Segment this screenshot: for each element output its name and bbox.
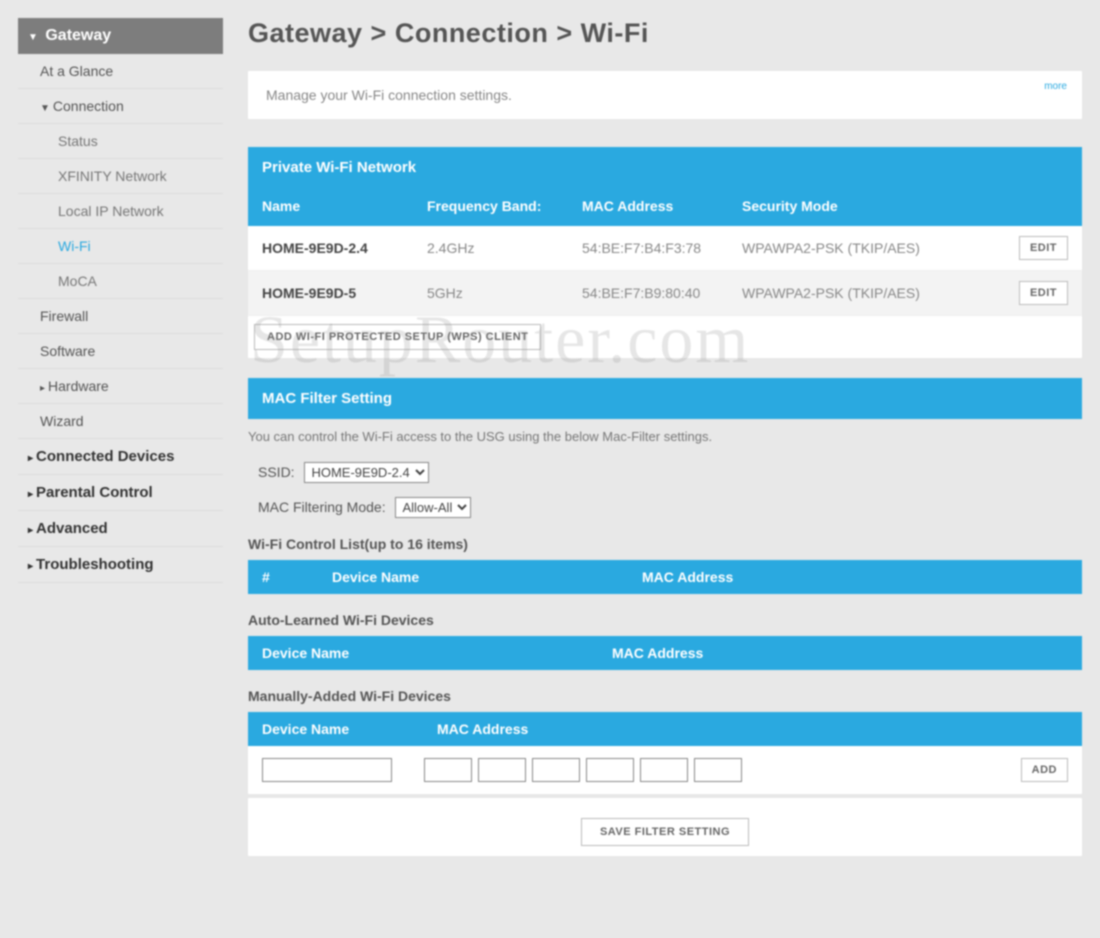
sidebar-item-label: Wizard <box>40 413 84 429</box>
mac-octet-3-input[interactable] <box>532 758 580 782</box>
sidebar-item-hardware[interactable]: ▸Hardware <box>18 369 223 404</box>
mode-select[interactable]: Allow-All <box>395 497 471 518</box>
wifi-column-headers: Name Frequency Band: MAC Address Securit… <box>248 188 1082 226</box>
mode-row: MAC Filtering Mode: Allow-All <box>248 497 1082 518</box>
mac-octet-5-input[interactable] <box>640 758 688 782</box>
mac-octet-1-input[interactable] <box>424 758 472 782</box>
edit-button[interactable]: EDIT <box>1019 281 1068 305</box>
mode-label: MAC Filtering Mode: <box>258 499 386 515</box>
sidebar-item-label: XFINITY Network <box>58 168 167 184</box>
sidebar-item-label: Local IP Network <box>58 203 164 219</box>
caret-right-icon: ▸ <box>28 489 33 500</box>
sidebar-header-gateway[interactable]: ▼ Gateway <box>18 18 223 54</box>
col-mac-address: MAC Address <box>642 569 1068 585</box>
save-filter-button[interactable]: SAVE FILTER SETTING <box>581 818 749 846</box>
wifi-name: HOME-9E9D-5 <box>262 285 427 301</box>
sidebar-item-label: MoCA <box>58 273 97 289</box>
col-device: Device Name <box>332 569 642 585</box>
sidebar-item-wizard[interactable]: Wizard <box>18 404 223 439</box>
wifi-security: WPAWPA2-PSK (TKIP/AES) <box>742 285 972 301</box>
sidebar-item-label: Firewall <box>40 308 88 324</box>
sidebar-item-label: Connection <box>53 98 124 114</box>
caret-right-icon: ▸ <box>28 561 33 572</box>
control-list-title: Wi-Fi Control List(up to 16 items) <box>248 536 1082 552</box>
breadcrumb: Gateway > Connection > Wi-Fi <box>248 18 1082 49</box>
caret-right-icon: ▸ <box>28 453 33 464</box>
device-name-input[interactable] <box>262 758 392 782</box>
private-wifi-title: Private Wi-Fi Network <box>248 147 1082 188</box>
col-mac-address: MAC Address <box>612 645 1068 661</box>
wifi-name: HOME-9E9D-2.4 <box>262 240 427 256</box>
wifi-network-row: HOME-9E9D-55GHz54:BE:F7:B9:80:40WPAWPA2-… <box>248 271 1082 316</box>
sidebar-item-status[interactable]: Status <box>18 124 223 159</box>
sidebar-item-label: Hardware <box>48 378 109 394</box>
wifi-network-row: HOME-9E9D-2.42.4GHz54:BE:F7:B4:F3:78WPAW… <box>248 226 1082 271</box>
sidebar-item-xfinity-network[interactable]: XFINITY Network <box>18 159 223 194</box>
sidebar-item-label: Connected Devices <box>36 448 174 465</box>
wifi-band: 5GHz <box>427 285 582 301</box>
manual-entry-row: ADD <box>248 746 1082 794</box>
caret-down-icon: ▼ <box>28 32 38 43</box>
wifi-mac: 54:BE:F7:B9:80:40 <box>582 285 742 301</box>
sidebar-item-moca[interactable]: MoCA <box>18 264 223 299</box>
save-row: SAVE FILTER SETTING <box>248 798 1082 856</box>
sidebar-item-label: Status <box>58 133 98 149</box>
col-sec: Security Mode <box>742 198 972 214</box>
sidebar-item-at-a-glance[interactable]: At a Glance <box>18 54 223 89</box>
caret-right-icon: ▸ <box>28 525 33 536</box>
sidebar-item-label: Software <box>40 343 95 359</box>
info-more-link[interactable]: more <box>1044 81 1067 92</box>
auto-learned-title: Auto-Learned Wi-Fi Devices <box>248 612 1082 628</box>
ssid-row: SSID: HOME-9E9D-2.4 <box>248 462 1082 483</box>
private-wifi-panel: Private Wi-Fi Network Name Frequency Ban… <box>248 147 1082 358</box>
info-bar: Manage your Wi-Fi connection settings. m… <box>248 71 1082 119</box>
col-name: Name <box>262 198 427 214</box>
col-index: # <box>262 569 332 585</box>
wifi-security: WPAWPA2-PSK (TKIP/AES) <box>742 240 972 256</box>
manual-added-title: Manually-Added Wi-Fi Devices <box>248 688 1082 704</box>
sidebar-item-label: Wi-Fi <box>58 238 91 254</box>
mac-octet-4-input[interactable] <box>586 758 634 782</box>
sidebar-item-firewall[interactable]: Firewall <box>18 299 223 334</box>
sidebar-header-label: Gateway <box>45 27 111 44</box>
col-band: Frequency Band: <box>427 198 582 214</box>
sidebar-item-connected-devices[interactable]: ▸Connected Devices <box>18 439 223 475</box>
col-mac: MAC Address <box>582 198 742 214</box>
sidebar-item-label: Advanced <box>36 520 108 537</box>
info-text: Manage your Wi-Fi connection settings. <box>266 87 512 103</box>
manual-added-header: Device Name MAC Address <box>248 712 1082 746</box>
sidebar-item-parental-control[interactable]: ▸Parental Control <box>18 475 223 511</box>
mac-filter-panel: MAC Filter Setting You can control the W… <box>248 378 1082 856</box>
sidebar-item-troubleshooting[interactable]: ▸Troubleshooting <box>18 547 223 583</box>
wifi-mac: 54:BE:F7:B4:F3:78 <box>582 240 742 256</box>
sidebar-item-advanced[interactable]: ▸Advanced <box>18 511 223 547</box>
mac-octet-2-input[interactable] <box>478 758 526 782</box>
sidebar-item-wi-fi[interactable]: Wi-Fi <box>18 229 223 264</box>
caret-down-icon: ▼ <box>40 103 50 114</box>
mac-filter-title: MAC Filter Setting <box>248 378 1082 419</box>
sidebar: ▼ Gateway At a Glance▼ConnectionStatusXF… <box>18 18 223 876</box>
main-content: Gateway > Connection > Wi-Fi Manage your… <box>248 18 1082 876</box>
sidebar-item-local-ip-network[interactable]: Local IP Network <box>18 194 223 229</box>
sidebar-item-label: At a Glance <box>40 63 113 79</box>
mac-filter-desc: You can control the Wi-Fi access to the … <box>248 429 1082 444</box>
add-wps-client-button[interactable]: ADD WI-FI PROTECTED SETUP (WPS) CLIENT <box>254 324 541 350</box>
auto-learned-header: Device Name MAC Address <box>248 636 1082 670</box>
sidebar-item-label: Parental Control <box>36 484 153 501</box>
col-device: Device Name <box>262 721 437 737</box>
edit-button[interactable]: EDIT <box>1019 236 1068 260</box>
ssid-select[interactable]: HOME-9E9D-2.4 <box>304 462 429 483</box>
control-list-header: # Device Name MAC Address <box>248 560 1082 594</box>
ssid-label: SSID: <box>258 464 295 480</box>
sidebar-item-label: Troubleshooting <box>36 556 154 573</box>
col-device: Device Name <box>262 645 612 661</box>
mac-octet-6-input[interactable] <box>694 758 742 782</box>
wifi-band: 2.4GHz <box>427 240 582 256</box>
add-button[interactable]: ADD <box>1021 758 1068 782</box>
sidebar-item-software[interactable]: Software <box>18 334 223 369</box>
caret-right-icon: ▸ <box>40 383 45 394</box>
col-mac-address: MAC Address <box>437 721 528 737</box>
sidebar-item-connection[interactable]: ▼Connection <box>18 89 223 124</box>
